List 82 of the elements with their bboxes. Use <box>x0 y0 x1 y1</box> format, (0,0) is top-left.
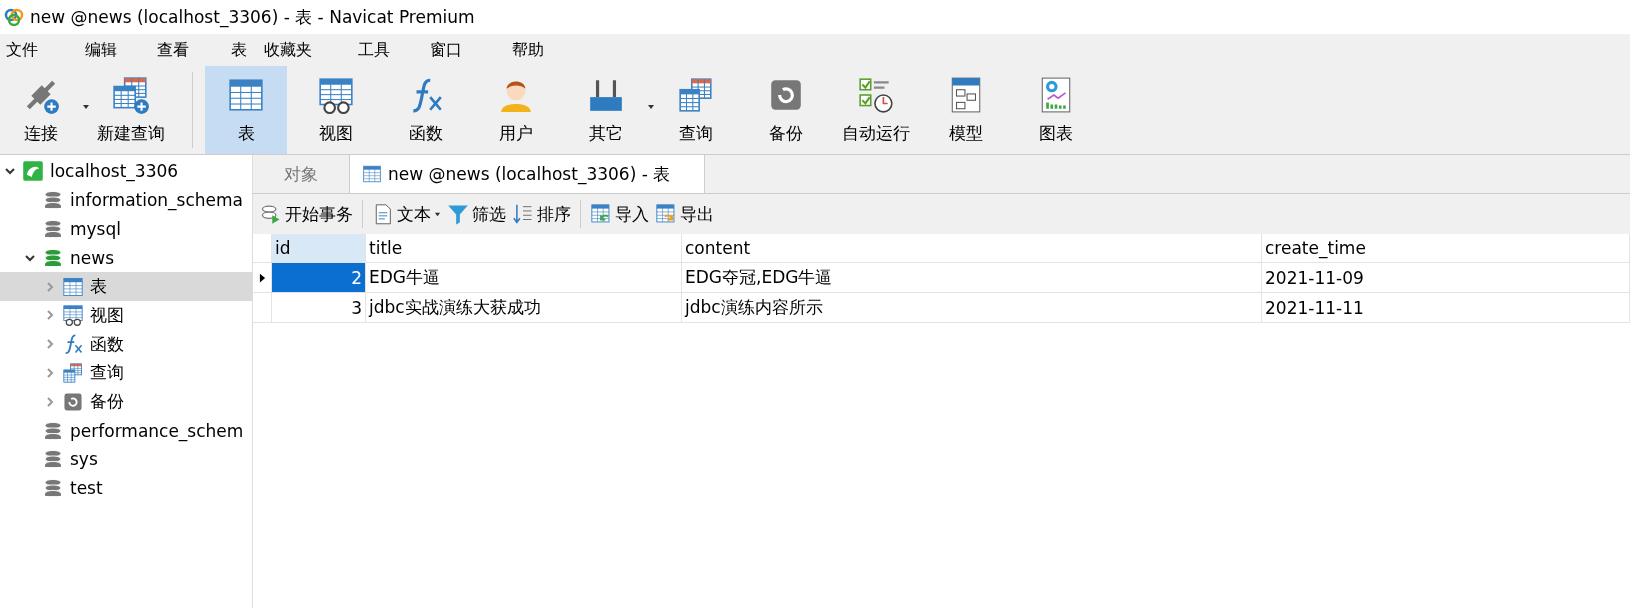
query-icon <box>62 361 84 384</box>
chevron-right-icon[interactable] <box>44 309 56 322</box>
toolbar-button[interactable]: 其它 <box>565 66 647 154</box>
database-icon <box>42 419 64 442</box>
table-icon <box>62 275 84 298</box>
sort-icon <box>512 203 534 225</box>
table-glasses-icon <box>62 304 84 327</box>
tree-item[interactable]: mysql <box>0 214 252 244</box>
toolbar-button[interactable]: 视图 <box>295 66 377 154</box>
tree-item[interactable]: test <box>0 473 252 503</box>
database-icon <box>42 477 64 500</box>
action-button[interactable]: 导入 <box>587 202 652 226</box>
column-header[interactable]: title <box>366 234 682 262</box>
chevron-right-icon[interactable] <box>44 366 56 379</box>
menu-item[interactable]: 编辑 <box>83 39 155 61</box>
dropdown-caret-icon[interactable] <box>647 103 655 111</box>
table-cell: EDG夺冠,EDG牛逼 <box>682 263 1262 292</box>
column-header[interactable]: create_time <box>1262 234 1630 262</box>
toolbar-button[interactable]: 图表 <box>1015 66 1097 154</box>
table-cell: 2021-11-09 <box>1262 263 1630 292</box>
toolbar-button[interactable]: 模型 <box>925 66 1007 154</box>
action-button[interactable]: 文本 <box>369 202 444 226</box>
toolbar-button[interactable]: 表 <box>205 66 287 154</box>
database-icon <box>42 189 64 212</box>
chevron-right-icon[interactable] <box>44 280 56 293</box>
menu-item[interactable]: 文件 <box>0 39 83 61</box>
tree-item[interactable]: 表 <box>0 272 252 301</box>
tree-item[interactable]: information_schema <box>0 185 252 215</box>
table-plus-icon <box>112 75 150 114</box>
action-button[interactable]: 筛选 <box>444 202 509 226</box>
action-button[interactable]: 开始事务 <box>257 202 356 226</box>
tree-item[interactable]: sys <box>0 444 252 474</box>
table-cell: 2021-11-11 <box>1262 293 1630 322</box>
database-play-icon <box>260 203 282 225</box>
database-icon <box>42 218 64 240</box>
table-glasses-icon <box>317 75 355 114</box>
toolbar-button[interactable]: 查询 <box>655 66 737 154</box>
server-icon <box>22 160 44 183</box>
table-cell: EDG牛逼 <box>366 263 682 292</box>
toolbar-button[interactable]: 用户 <box>475 66 557 154</box>
menu-item[interactable]: 帮助 <box>510 39 546 61</box>
menu-item[interactable]: 工具 <box>356 39 428 61</box>
menu-item[interactable]: 窗口 <box>428 39 510 61</box>
toolbar-button[interactable]: 函数 <box>385 66 467 154</box>
table-cell: 2 <box>272 263 366 292</box>
chevron-right-icon[interactable] <box>44 338 56 351</box>
checklist-clock-icon <box>857 75 895 114</box>
backup-icon <box>62 390 84 413</box>
action-button[interactable]: 排序 <box>509 202 574 226</box>
filter-icon <box>447 203 469 225</box>
database-icon <box>42 246 64 269</box>
toolbar-button[interactable]: 连接 <box>0 66 82 154</box>
toolbar-button[interactable]: 新建查询 <box>90 66 172 154</box>
dropdown-caret-icon[interactable] <box>82 103 90 111</box>
toolbar-button[interactable]: 自动运行 <box>835 66 917 154</box>
action-button[interactable]: 导出 <box>652 202 717 226</box>
app-logo-icon <box>4 7 24 27</box>
database-icon <box>42 448 64 471</box>
table-cell: jdbc实战演练大获成功 <box>366 293 682 322</box>
tree-item[interactable]: 视图 <box>0 301 252 330</box>
column-header[interactable]: id <box>272 234 366 262</box>
column-header[interactable]: content <box>682 234 1262 262</box>
toolbar-button[interactable]: 备份 <box>745 66 827 154</box>
tree-item[interactable]: localhost_3306 <box>0 157 252 186</box>
table-import-icon <box>590 203 612 225</box>
query-icon <box>677 75 715 114</box>
tree-item[interactable]: 查询 <box>0 358 252 388</box>
tree-item[interactable]: news <box>0 243 252 273</box>
table-export-icon <box>655 203 677 225</box>
chevron-right-icon[interactable] <box>44 395 56 408</box>
tree-item[interactable]: 备份 <box>0 387 252 417</box>
table-cell: jdbc演练内容所示 <box>682 293 1262 322</box>
menu-item[interactable]: 表 <box>229 39 262 61</box>
table-cell: 3 <box>272 293 366 322</box>
table-icon <box>362 164 382 184</box>
window-title: new @news (localhost_3306) - 表 - Navicat Premium <box>30 5 475 29</box>
menu-item[interactable]: 收藏夹 <box>262 39 356 61</box>
tree-item[interactable]: performance_schem <box>0 416 252 445</box>
menu-item[interactable]: 查看 <box>155 39 229 61</box>
tree-item[interactable]: 函数 <box>0 329 252 359</box>
tab[interactable]: new @news (localhost_3306) - 表 <box>350 155 705 193</box>
row-pointer-icon <box>258 272 266 283</box>
